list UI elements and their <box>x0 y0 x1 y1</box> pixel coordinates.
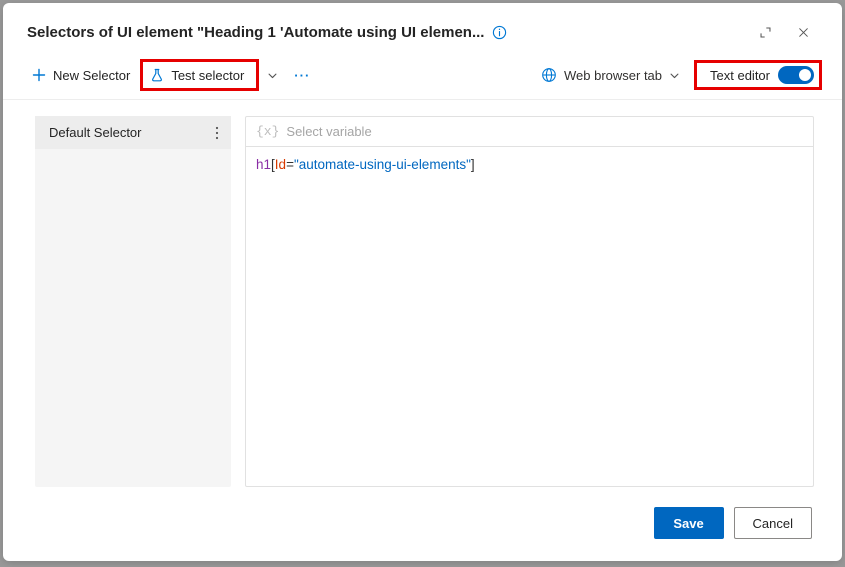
plus-icon <box>31 67 47 83</box>
web-browser-tab-label: Web browser tab <box>564 68 662 83</box>
text-editor-label: Text editor <box>710 68 770 83</box>
text-editor-toggle[interactable] <box>778 66 814 84</box>
cancel-button[interactable]: Cancel <box>734 507 812 539</box>
title-bar: Selectors of UI element "Heading 1 'Auto… <box>3 3 842 57</box>
toolbar: New Selector Test selector ··· <box>3 57 842 100</box>
close-icon[interactable] <box>784 17 822 47</box>
highlight-text-editor: Text editor <box>694 60 822 90</box>
code-value: automate-using-ui-elements <box>299 157 466 172</box>
new-selector-button[interactable]: New Selector <box>27 63 140 87</box>
chevron-down-icon <box>669 70 680 81</box>
editor-column: {x} Select variable h1[Id="automate-usin… <box>245 116 814 487</box>
test-selector-label: Test selector <box>171 68 244 83</box>
selector-dialog: Selectors of UI element "Heading 1 'Auto… <box>3 3 842 561</box>
selectors-sidebar: Default Selector <box>35 116 231 487</box>
web-browser-tab-dropdown[interactable]: Web browser tab <box>533 63 688 87</box>
toggle-knob <box>799 69 811 81</box>
code-tag: h1 <box>256 157 271 172</box>
selector-code-editor[interactable]: h1[Id="automate-using-ui-elements"] <box>245 147 814 487</box>
globe-icon <box>541 67 557 83</box>
selector-item-label: Default Selector <box>49 125 142 140</box>
variable-icon: {x} <box>256 124 279 139</box>
save-button[interactable]: Save <box>654 507 724 539</box>
more-actions-button[interactable]: ··· <box>286 64 318 87</box>
info-icon[interactable] <box>492 25 507 40</box>
variable-placeholder: Select variable <box>286 124 371 139</box>
code-attr: Id <box>275 157 286 172</box>
content-area: Default Selector {x} Select variable h1[… <box>3 100 842 497</box>
test-selector-button[interactable]: Test selector <box>145 63 254 87</box>
dialog-footer: Save Cancel <box>3 497 842 561</box>
flask-icon <box>149 67 165 83</box>
new-selector-label: New Selector <box>53 68 130 83</box>
expand-icon[interactable] <box>746 17 784 47</box>
highlight-test-selector: Test selector <box>140 59 259 91</box>
variable-selector[interactable]: {x} Select variable <box>245 116 814 147</box>
selector-list-item[interactable]: Default Selector <box>35 116 231 149</box>
dialog-title: Selectors of UI element "Heading 1 'Auto… <box>27 24 484 41</box>
test-selector-dropdown[interactable] <box>259 66 286 85</box>
item-more-button[interactable] <box>211 126 223 140</box>
text-editor-toggle-group: Text editor <box>710 66 814 84</box>
